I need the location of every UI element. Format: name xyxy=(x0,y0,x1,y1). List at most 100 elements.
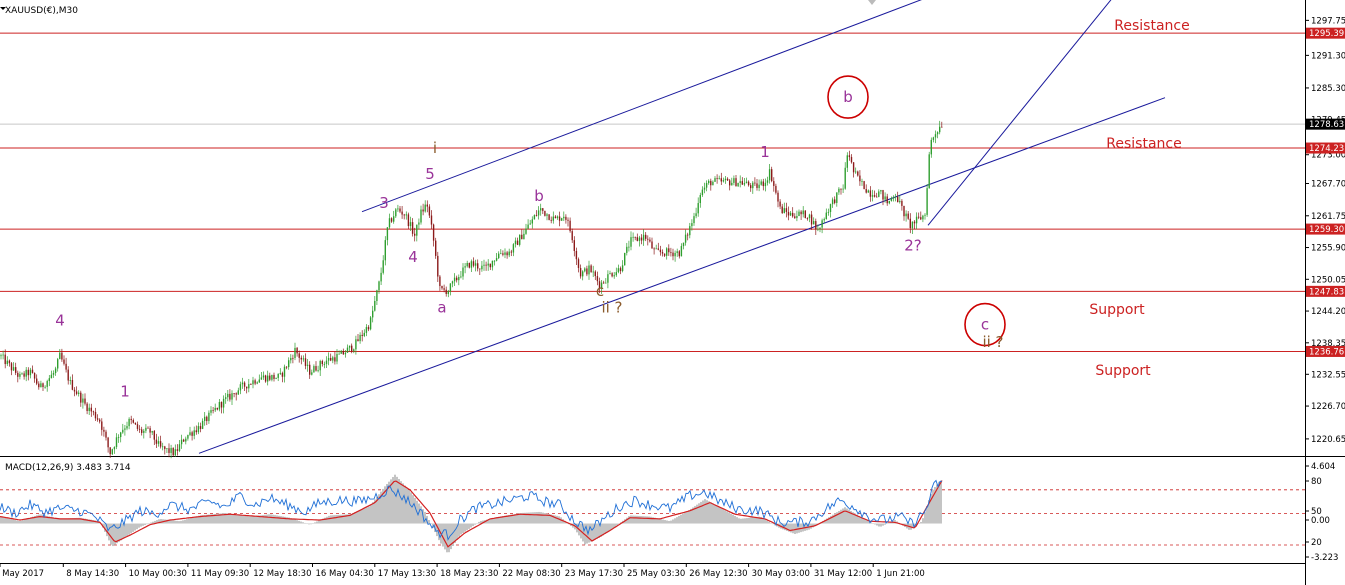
wave-label: a xyxy=(437,299,446,317)
candle-body xyxy=(357,339,359,342)
macd-bar xyxy=(358,510,360,524)
macd-bar xyxy=(40,514,42,524)
time-tick-label: 12 May 18:30 xyxy=(253,569,311,579)
macd-ticks: 4.60480500.0020-3.223 xyxy=(1305,462,1338,563)
candle-body xyxy=(315,366,317,371)
candle-body xyxy=(340,350,342,354)
macd-bar xyxy=(532,512,534,524)
current-price-tag-label: 1278.63 xyxy=(1309,120,1344,130)
candle-body xyxy=(109,447,111,455)
wave-label: 5 xyxy=(425,165,435,183)
candle-body xyxy=(829,204,832,212)
macd-bar xyxy=(540,512,542,524)
macd-bar xyxy=(316,521,318,524)
macd-bar xyxy=(130,523,132,534)
candle-body xyxy=(607,274,609,283)
candle-body xyxy=(376,290,378,301)
candle-body xyxy=(907,213,909,219)
time-tick-label: 18 May 23:30 xyxy=(440,569,498,579)
candle-body xyxy=(939,126,941,133)
candle-body xyxy=(380,272,382,282)
macd-bar xyxy=(282,516,284,524)
macd-bar xyxy=(14,520,16,524)
candle xyxy=(111,448,113,455)
macd-bar xyxy=(794,523,796,534)
candle-body xyxy=(241,382,244,385)
candle-body xyxy=(187,434,189,439)
candle-body xyxy=(840,188,842,190)
wave-label: i xyxy=(433,139,437,157)
macd-bar xyxy=(476,523,478,524)
macd-bar xyxy=(740,518,742,524)
candle xyxy=(172,447,174,457)
candle-body xyxy=(777,192,779,202)
macd-bar xyxy=(278,515,280,524)
candle-body xyxy=(586,268,588,275)
candle-body xyxy=(470,261,473,268)
candle-body xyxy=(36,378,38,384)
candle-body xyxy=(899,200,901,203)
candle-body xyxy=(804,210,806,219)
candle-body xyxy=(157,441,160,444)
candle-body xyxy=(579,267,582,277)
macd-bar xyxy=(108,523,110,541)
candle-body xyxy=(733,178,735,183)
candle-body xyxy=(445,289,447,295)
candle-body xyxy=(38,383,40,388)
candle-body xyxy=(397,208,399,210)
macd-bar xyxy=(372,502,374,524)
candle-body xyxy=(285,366,288,368)
candle-body xyxy=(466,262,468,267)
macd-bar xyxy=(6,518,8,524)
candle-body xyxy=(178,444,181,451)
level-price-tag: 1274.23 xyxy=(1306,142,1345,154)
candle-body xyxy=(491,260,494,268)
candle-body xyxy=(401,211,403,215)
candle-body xyxy=(739,181,741,183)
candle-body xyxy=(128,418,130,427)
candle-body xyxy=(705,183,708,188)
candle-body xyxy=(292,357,294,359)
candle-body xyxy=(764,182,767,187)
candle-body xyxy=(636,237,638,241)
candle-body xyxy=(183,439,185,442)
candle-body xyxy=(855,171,857,173)
candle-body xyxy=(359,334,361,342)
level-price-tag: 1295.39 xyxy=(1306,27,1345,39)
level-price-tag: 1236.76 xyxy=(1306,345,1345,357)
candle-body xyxy=(256,382,258,384)
macd-bar xyxy=(408,489,410,524)
candle-body xyxy=(195,430,197,433)
candle-body xyxy=(75,391,78,394)
candle-body xyxy=(808,214,811,219)
candle-body xyxy=(611,273,613,277)
macd-bar xyxy=(228,513,230,524)
macd-bar xyxy=(4,517,6,524)
candle-body xyxy=(147,427,149,429)
candle-body xyxy=(871,195,874,197)
candle-body xyxy=(472,261,475,266)
wave-label: ii ? xyxy=(982,333,1003,351)
candle-body xyxy=(869,190,872,197)
candle-body xyxy=(69,380,71,381)
candle-body xyxy=(794,216,796,219)
candle-body xyxy=(355,339,357,350)
macd-bar xyxy=(136,523,138,530)
time-tick-label: 10 May 00:30 xyxy=(129,569,187,579)
macd-bar xyxy=(730,513,732,524)
macd-bar xyxy=(728,512,730,524)
candle-body xyxy=(46,381,48,387)
candle-body xyxy=(741,181,743,185)
candle-body xyxy=(815,221,817,230)
macd-bar xyxy=(648,516,650,524)
macd-tick-label: 4.604 xyxy=(1311,462,1335,472)
candle-body xyxy=(806,218,809,219)
candle-body xyxy=(588,265,590,275)
macd-bar xyxy=(330,515,332,524)
macd-bar xyxy=(768,521,770,524)
candle-body xyxy=(330,357,332,361)
candle-body xyxy=(334,357,336,362)
candle-body xyxy=(155,439,158,444)
macd-bar xyxy=(732,514,734,524)
macd-bar xyxy=(726,511,728,524)
